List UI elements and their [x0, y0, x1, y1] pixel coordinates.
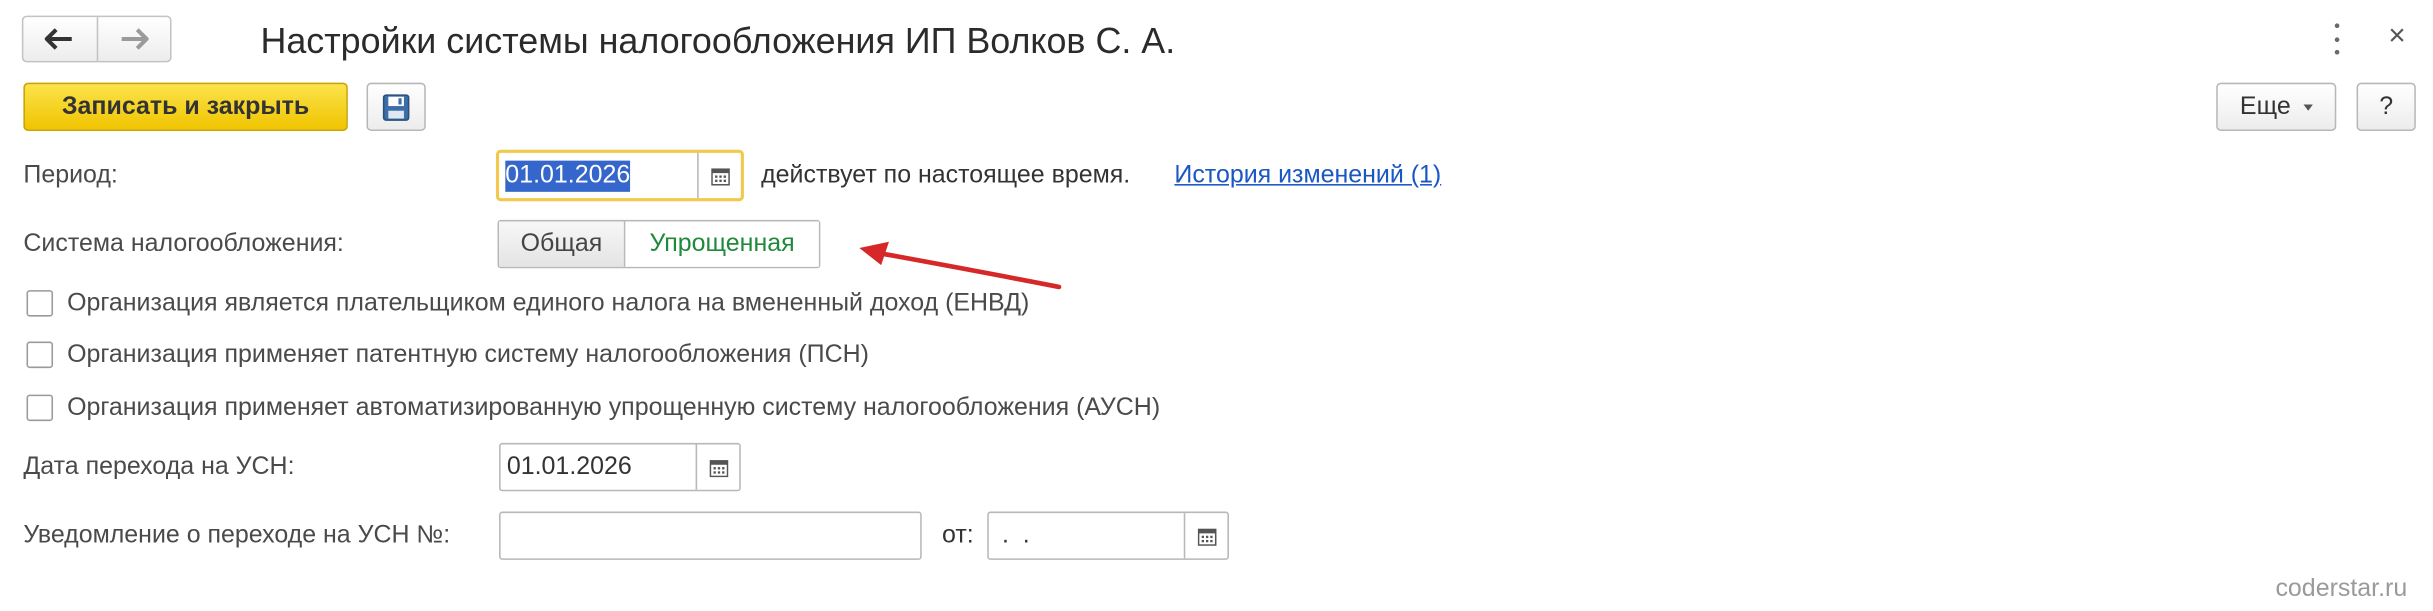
save-button[interactable]: [366, 82, 426, 132]
chevron-down-icon: [2303, 103, 2313, 110]
annotation-arrow-icon: [859, 241, 1062, 290]
more-label: Еще: [2239, 92, 2291, 120]
more-actions-icon[interactable]: [2324, 23, 2349, 55]
notification-number-input[interactable]: [499, 511, 922, 560]
period-calendar-button[interactable]: [697, 152, 741, 199]
calendar-icon: [708, 459, 728, 477]
psn-checkbox-label: Организация применяет патентную систему …: [67, 341, 869, 369]
envd-checkbox[interactable]: [26, 290, 54, 317]
notification-date-field[interactable]: . .: [987, 511, 1229, 560]
notification-date-value: . .: [995, 521, 1030, 549]
period-label: Период:: [23, 162, 118, 189]
arrow-right-icon: [121, 28, 149, 50]
notification-label: Уведомление о переходе на УСН №:: [23, 522, 451, 549]
ausn-checkbox[interactable]: [26, 394, 54, 422]
tax-option-general[interactable]: Общая: [499, 221, 626, 267]
watermark: coderstar.ru: [2275, 575, 2408, 603]
close-icon[interactable]: ×: [2380, 20, 2414, 54]
calendar-icon: [710, 167, 730, 185]
arrow-left-icon: [45, 28, 73, 50]
history-link[interactable]: История изменений (1): [1174, 162, 1441, 190]
period-date-value: 01.01.2026: [505, 159, 631, 192]
calendar-icon: [1196, 527, 1216, 546]
usn-date-value: 01.01.2026: [506, 453, 632, 480]
usn-date-label: Дата перехода на УСН:: [23, 453, 295, 481]
help-button[interactable]: ?: [2356, 82, 2416, 132]
floppy-disk-icon: [382, 93, 410, 121]
envd-checkbox-label: Организация является плательщиком единог…: [67, 290, 1030, 317]
page-title: Настройки системы налогообложения ИП Вол…: [260, 20, 1176, 61]
more-menu-button[interactable]: Еще: [2216, 82, 2337, 132]
ausn-checkbox-label: Организация применяет автоматизированную…: [67, 394, 1161, 422]
psn-checkbox[interactable]: [26, 341, 54, 369]
usn-calendar-button[interactable]: [695, 444, 740, 490]
nav-buttons: [21, 15, 172, 63]
save-and-close-button[interactable]: Записать и закрыть: [23, 82, 348, 132]
tax-system-switch: Общая Упрощенная: [497, 219, 821, 269]
notification-from-label: от:: [941, 522, 974, 549]
back-button[interactable]: [23, 17, 96, 61]
period-date-field[interactable]: 01.01.2026: [497, 151, 743, 200]
forward-button[interactable]: [95, 17, 170, 61]
tax-option-simplified[interactable]: Упрощенная: [625, 221, 819, 267]
tax-system-label: Система налогообложения:: [23, 230, 344, 258]
notification-calendar-button[interactable]: [1183, 513, 1228, 559]
period-status-text: действует по настоящее время.: [761, 162, 1131, 189]
usn-date-field[interactable]: 01.01.2026: [499, 442, 741, 492]
